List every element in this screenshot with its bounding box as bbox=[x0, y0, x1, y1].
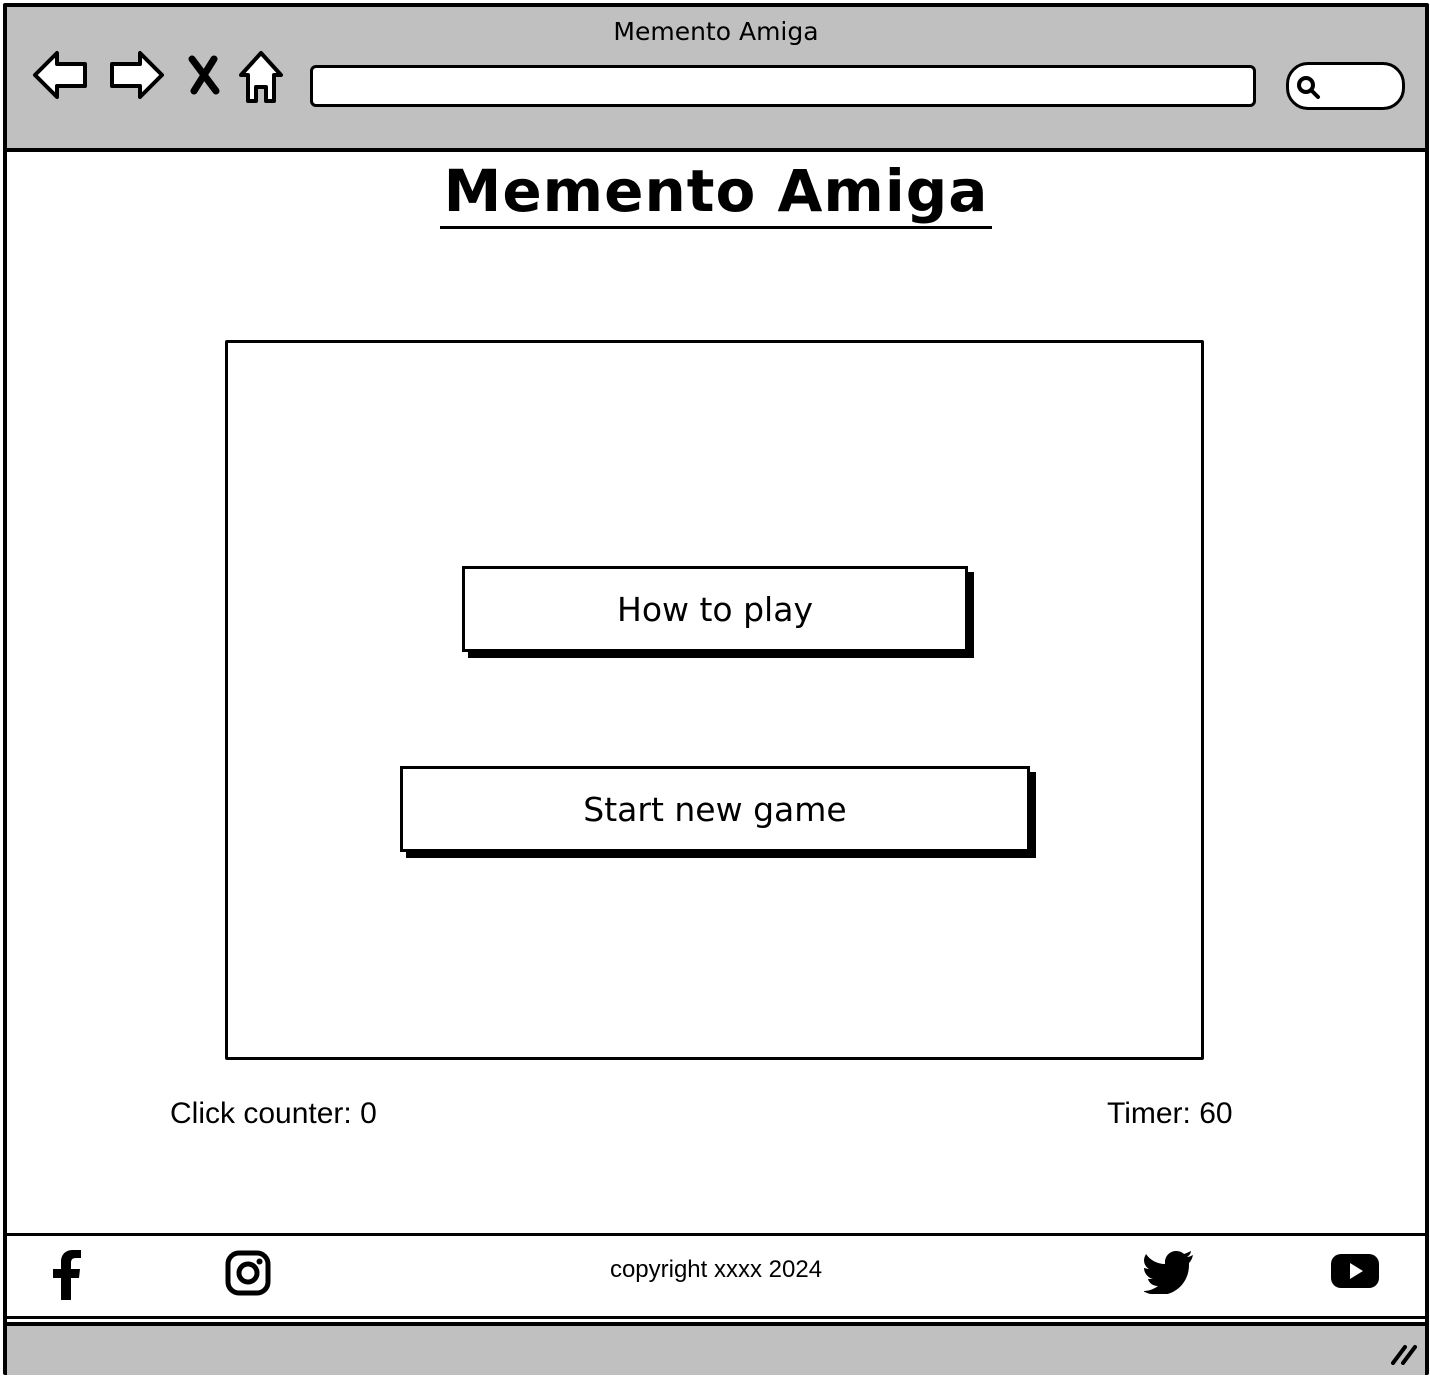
page-title: Memento Amiga bbox=[7, 157, 1425, 229]
timer: Timer: 60 bbox=[1107, 1097, 1233, 1130]
search-icon bbox=[1295, 74, 1321, 104]
window-title: Memento Amiga bbox=[613, 17, 819, 46]
start-new-game-button[interactable]: Start new game bbox=[400, 766, 1030, 852]
forward-arrow-icon[interactable] bbox=[106, 47, 166, 103]
address-bar[interactable] bbox=[310, 65, 1256, 107]
copyright-text: copyright xxxx 2024 bbox=[609, 1256, 823, 1283]
browser-titlebar: Memento Amiga bbox=[7, 7, 1425, 152]
home-icon[interactable] bbox=[237, 49, 285, 105]
how-to-play-button[interactable]: How to play bbox=[462, 566, 968, 652]
resize-grip-icon[interactable] bbox=[1389, 1343, 1419, 1369]
page-title-text: Memento Amiga bbox=[439, 157, 993, 229]
twitter-icon[interactable] bbox=[1143, 1250, 1194, 1298]
youtube-icon[interactable] bbox=[1330, 1253, 1380, 1295]
close-icon[interactable] bbox=[187, 55, 221, 95]
search-input[interactable] bbox=[1286, 62, 1405, 110]
game-board bbox=[225, 340, 1204, 1060]
back-arrow-icon[interactable] bbox=[31, 47, 91, 103]
click-counter: Click counter: 0 bbox=[170, 1097, 377, 1130]
browser-window: Memento Amiga Memento Amiga How to play … bbox=[3, 3, 1429, 1375]
status-bar bbox=[7, 1322, 1425, 1375]
page-footer: copyright xxxx 2024 bbox=[7, 1233, 1425, 1319]
